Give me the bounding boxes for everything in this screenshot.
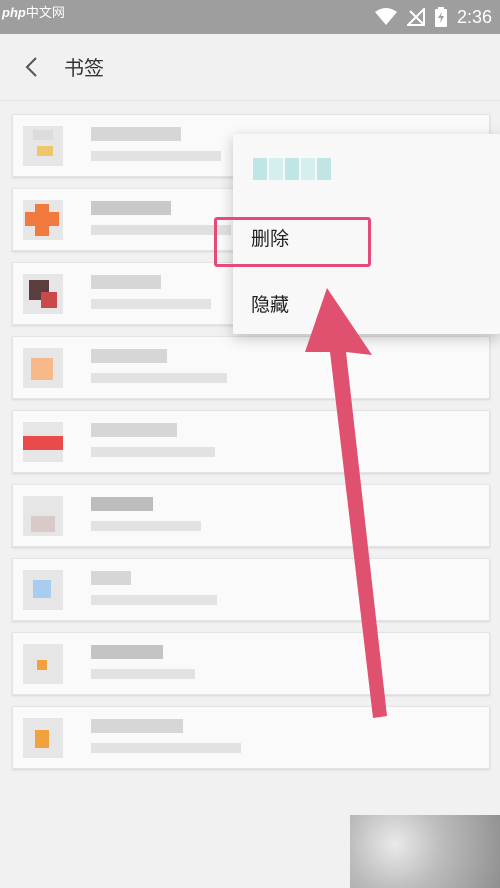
blurred-corner [350, 815, 500, 888]
annotation-arrow [305, 288, 387, 718]
